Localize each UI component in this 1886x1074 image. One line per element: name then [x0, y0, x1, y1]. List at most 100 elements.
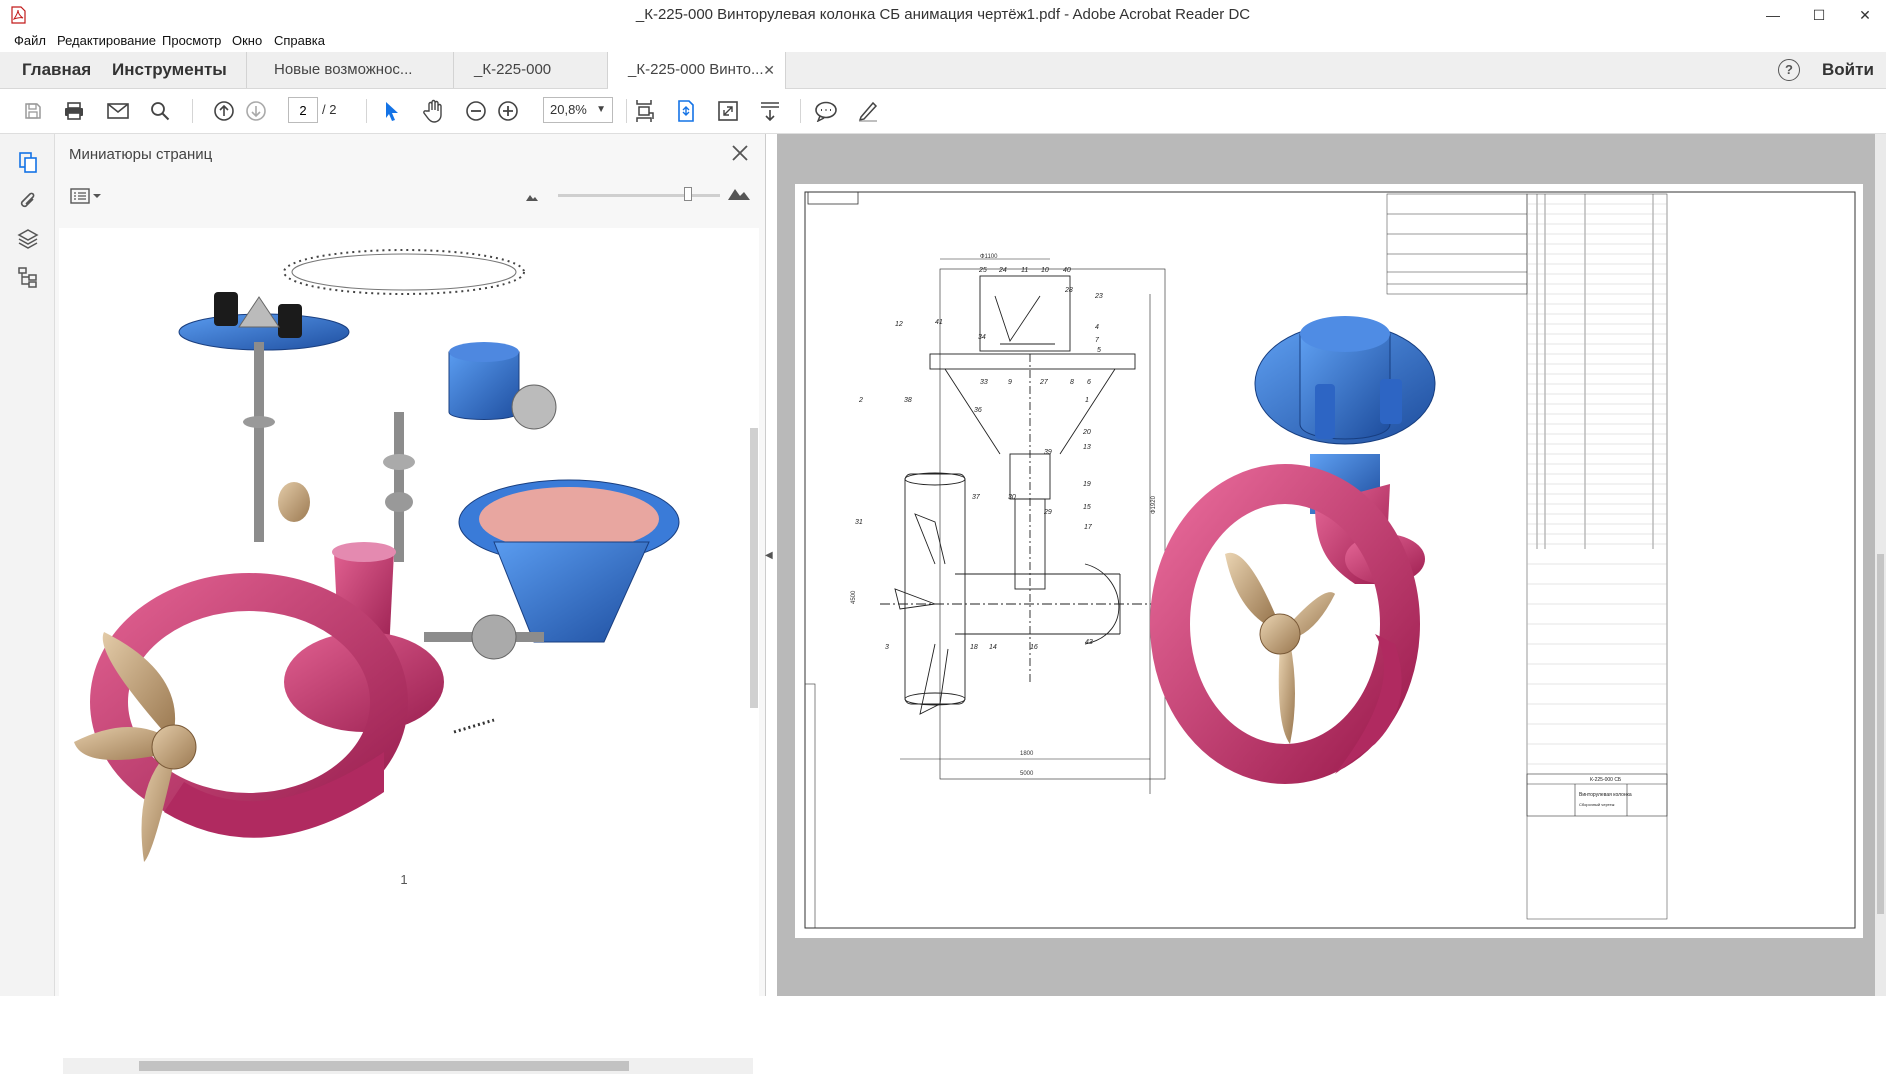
- slider-handle[interactable]: [684, 187, 692, 201]
- page-up-icon[interactable]: [210, 97, 238, 125]
- parts-list-rows: [1527, 203, 1667, 765]
- full-screen-icon[interactable]: [714, 97, 742, 125]
- large-thumbnail-icon[interactable]: [727, 185, 751, 204]
- thumbnail-size-slider[interactable]: [558, 194, 720, 197]
- email-icon[interactable]: [104, 97, 132, 125]
- balloon-label: 23: [1094, 293, 1103, 300]
- fit-page-icon[interactable]: [630, 97, 658, 125]
- toolbar-separator: [192, 99, 193, 123]
- search-icon[interactable]: [146, 97, 174, 125]
- collapse-panel-icon[interactable]: ◀: [765, 550, 773, 561]
- save-icon[interactable]: [19, 97, 47, 125]
- balloon-label: 18: [970, 644, 978, 651]
- maximize-button[interactable]: ☐: [1796, 0, 1842, 30]
- comment-icon[interactable]: [812, 97, 840, 125]
- balloon-label: 20: [1082, 429, 1091, 436]
- balloon-label: 38: [904, 397, 912, 404]
- balloon-label: 1: [1085, 397, 1089, 404]
- balloon-label: 37: [972, 494, 981, 501]
- balloon-label: 7: [1095, 337, 1100, 344]
- balloon-label: 6: [1087, 379, 1091, 386]
- tab-document-label: _К-225-000 Винто...: [628, 61, 764, 78]
- exploded-assembly-image: [74, 249, 680, 862]
- acrobat-icon: [10, 6, 26, 24]
- balloon-label: 33: [980, 379, 988, 386]
- read-mode-icon[interactable]: [756, 97, 784, 125]
- close-tab-icon[interactable]: ✕: [763, 52, 775, 88]
- zoom-level-select[interactable]: 20,8% ▼: [543, 97, 613, 123]
- tab-bar: Главная Инструменты Новые возможнос... _…: [0, 52, 1886, 114]
- close-icon[interactable]: [729, 142, 751, 164]
- vertical-scrollbar[interactable]: [750, 428, 758, 708]
- page-total: / 2: [322, 102, 337, 117]
- zoom-out-icon[interactable]: [462, 97, 490, 125]
- balloon-label: 13: [1083, 444, 1091, 451]
- document-vertical-scrollbar[interactable]: [1875, 134, 1886, 996]
- document-view[interactable]: Ф1100 Ф1920 4500 1800 5000 25 24 11 10 4…: [777, 134, 1886, 996]
- balloon-label: 15: [1083, 504, 1091, 511]
- balloon-label: 9: [1008, 379, 1012, 386]
- toolbar-separator: [800, 99, 801, 123]
- tab-home[interactable]: Главная: [22, 52, 91, 88]
- tab-document-1[interactable]: Новые возможнос...: [254, 52, 454, 88]
- tags-icon[interactable]: [15, 264, 41, 290]
- select-cursor-icon[interactable]: [378, 97, 406, 125]
- small-thumbnail-icon[interactable]: [525, 190, 539, 205]
- panel-title: Миниатюры страниц: [69, 146, 213, 163]
- tab-divider: [246, 52, 247, 88]
- dim-label: Ф1920: [1151, 495, 1157, 514]
- tab-tools[interactable]: Инструменты: [112, 52, 227, 88]
- page-down-icon[interactable]: [242, 97, 270, 125]
- menu-help[interactable]: Справка: [274, 30, 325, 52]
- print-icon[interactable]: [60, 97, 88, 125]
- scrollbar-thumb[interactable]: [139, 1061, 629, 1071]
- title-block-name: Винторулевая колонка: [1579, 792, 1632, 798]
- menu-window[interactable]: Окно: [232, 30, 262, 52]
- tab-document-2[interactable]: _К-225-000 Винто...: [454, 52, 608, 114]
- balloon-label: 12: [895, 321, 903, 328]
- navigation-rail: [0, 134, 55, 996]
- balloon-label: 29: [1043, 509, 1052, 516]
- pdf-page: Ф1100 Ф1920 4500 1800 5000 25 24 11 10 4…: [795, 184, 1863, 938]
- balloon-label: 28: [1064, 287, 1073, 294]
- hand-tool-icon[interactable]: [420, 97, 448, 125]
- options-menu-icon[interactable]: [69, 186, 103, 206]
- menu-edit[interactable]: Редактирование: [57, 30, 156, 52]
- zoom-in-icon[interactable]: [494, 97, 522, 125]
- tab-document-3-active[interactable]: _К-225-000 Винто... ✕: [608, 52, 786, 89]
- balloon-label: 14: [989, 644, 997, 651]
- balloon-label: 30: [1008, 494, 1016, 501]
- page-thumbnails-icon[interactable]: [15, 150, 41, 176]
- scrollbar-thumb[interactable]: [1877, 554, 1884, 914]
- balloon-label: 34: [978, 334, 986, 341]
- balloon-label: 40: [1063, 267, 1071, 274]
- layers-icon[interactable]: [15, 226, 41, 252]
- balloon-label: 41: [935, 319, 943, 326]
- balloon-label: 36: [974, 407, 982, 414]
- scrolling-mode-icon[interactable]: [672, 97, 700, 125]
- sign-in-button[interactable]: Войти: [1822, 52, 1874, 88]
- menu-file[interactable]: Файл: [14, 30, 46, 52]
- horizontal-scrollbar[interactable]: [63, 1058, 753, 1074]
- title-block-code: К-225-000 СБ: [1590, 777, 1622, 783]
- menu-view[interactable]: Просмотр: [162, 30, 221, 52]
- balloon-label: 2: [858, 397, 863, 404]
- page-thumbnail[interactable]: [64, 232, 748, 864]
- sign-pen-icon[interactable]: [854, 97, 882, 125]
- page-number-input[interactable]: [288, 97, 318, 123]
- balloon-label: 10: [1041, 267, 1049, 274]
- balloon-label: 27: [1039, 379, 1049, 386]
- balloon-label: 24: [998, 267, 1007, 274]
- title-bar: _К-225-000 Винторулевая колонка СБ анима…: [0, 0, 1886, 30]
- balloon-label: 3: [885, 644, 889, 651]
- page-thumbnails-panel: Миниатюры страниц 1: [55, 134, 766, 1074]
- close-window-button[interactable]: ✕: [1842, 0, 1886, 30]
- zoom-value: 20,8%: [550, 102, 587, 117]
- thumbnails-scroll-area[interactable]: 1: [59, 228, 759, 1074]
- minimize-button[interactable]: —: [1750, 0, 1796, 30]
- balloon-label: 31: [855, 519, 863, 526]
- assembly-drawing: Ф1100 Ф1920 4500 1800 5000 25 24 11 10 4…: [804, 191, 1856, 929]
- help-icon[interactable]: ?: [1778, 59, 1800, 81]
- balloon-label: 43: [1085, 639, 1093, 646]
- attachments-icon[interactable]: [15, 188, 41, 214]
